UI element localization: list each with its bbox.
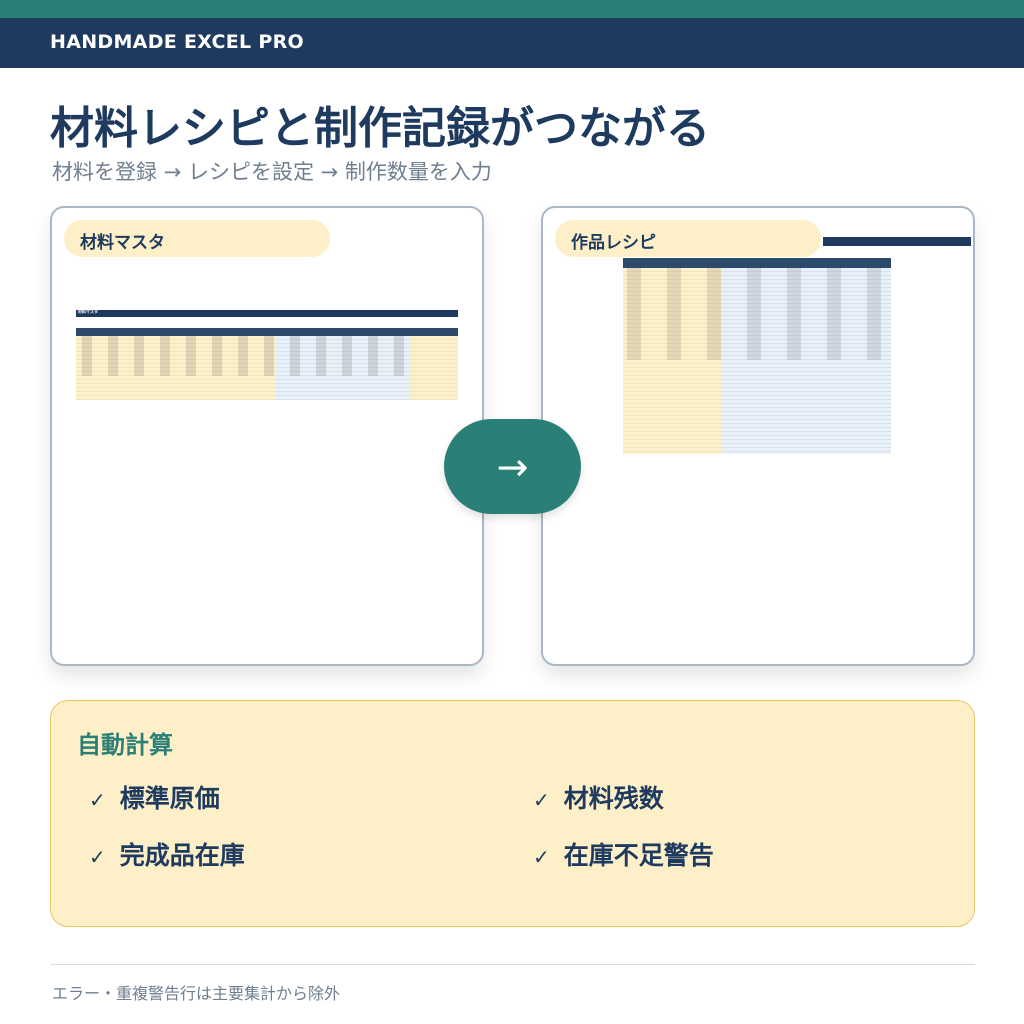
brand-title: HANDMADE EXCEL PRO xyxy=(50,31,304,53)
top-accent-stripe xyxy=(0,0,1024,18)
auto-calc-title: 自動計算 xyxy=(77,731,173,759)
recipe-panel: 作品レシピ xyxy=(541,206,975,666)
check-icon: ✓ xyxy=(89,788,106,812)
check-icon: ✓ xyxy=(89,845,106,869)
feature-label: 完成品在庫 xyxy=(119,841,245,870)
feature-material-remaining: ✓ 材料残数 xyxy=(533,779,664,815)
feature-finished-stock: ✓ 完成品在庫 xyxy=(89,836,245,872)
check-icon: ✓ xyxy=(533,845,550,869)
footnote: エラー・重複警告行は主要集計から除外 xyxy=(52,984,341,1003)
sheet-data-rows xyxy=(76,336,410,376)
material-master-panel: 材料マスタ 材料マスタ xyxy=(50,206,484,666)
recipe-sheet-header-row xyxy=(623,258,891,268)
sheet-notes-area xyxy=(410,336,458,400)
feature-stock-shortage-warning: ✓ 在庫不足警告 xyxy=(533,836,714,872)
auto-calc-box: 自動計算 ✓ 標準原価 ✓ 材料残数 ✓ 完成品在庫 ✓ 在庫不足警告 xyxy=(50,700,975,927)
flow-arrow-icon: → xyxy=(444,419,581,514)
page-subhead: 材料を登録 → レシピを設定 → 制作数量を入力 xyxy=(52,160,492,184)
footer-divider xyxy=(50,964,975,965)
header-bar: HANDMADE EXCEL PRO xyxy=(0,18,1024,68)
feature-standard-cost: ✓ 標準原価 xyxy=(89,779,220,815)
material-master-sheet-thumbnail: 材料マスタ xyxy=(76,309,458,400)
recipe-tag: 作品レシピ xyxy=(555,220,821,257)
sheet-title: 材料マスタ xyxy=(78,309,98,314)
sheet-title-bar: 材料マスタ xyxy=(76,309,458,317)
material-master-tag: 材料マスタ xyxy=(64,220,330,257)
feature-label: 標準原価 xyxy=(119,784,220,813)
page-headline: 材料レシピと制作記録がつながる xyxy=(50,103,710,154)
feature-label: 材料残数 xyxy=(563,784,664,813)
recipe-sheet-data-rows xyxy=(623,268,891,360)
sheet-header-row xyxy=(76,328,458,336)
recipe-sheet-thumbnail xyxy=(623,237,971,454)
check-icon: ✓ xyxy=(533,788,550,812)
recipe-sheet-title-bar xyxy=(823,237,971,246)
feature-label: 在庫不足警告 xyxy=(563,841,714,870)
